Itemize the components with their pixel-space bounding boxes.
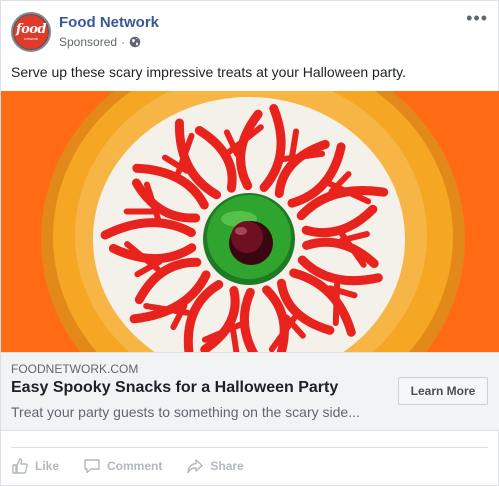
avatar[interactable]: food network [11, 12, 51, 52]
logo-word: food [15, 21, 47, 37]
logo-sub: network [23, 35, 38, 41]
action-bar: Like Comment Share [11, 457, 268, 475]
red-vein-branch [289, 128, 300, 159]
share-button[interactable]: Share [186, 457, 244, 475]
link-domain: FOODNETWORK.COM [11, 362, 139, 376]
sponsored-label[interactable]: Sponsored [59, 35, 117, 49]
like-button[interactable]: Like [11, 457, 59, 475]
page-name-link[interactable]: Food Network [59, 14, 159, 31]
like-label: Like [35, 459, 60, 473]
post-caption: Serve up these scary impressive treats a… [11, 64, 407, 80]
post-header: food network Food Network Sponsored · ••… [11, 9, 488, 56]
link-headline[interactable]: Easy Spooky Snacks for a Halloween Party [11, 379, 338, 397]
food-network-logo: food network [14, 15, 48, 49]
sponsored-post: food network Food Network Sponsored · ••… [0, 0, 499, 486]
red-vein-branch [332, 281, 341, 327]
link-description: Treat your party guests to something on … [11, 404, 360, 420]
post-meta: Sponsored · [59, 35, 141, 49]
comment-label: Comment [107, 459, 163, 473]
separator: · [121, 35, 126, 49]
link-preview[interactable]: FOODNETWORK.COM Easy Spooky Snacks for a… [1, 352, 499, 431]
red-vein-branch [230, 327, 240, 352]
like-icon [12, 458, 28, 474]
comment-icon [84, 459, 100, 474]
share-label: Share [210, 459, 244, 473]
learn-more-button[interactable]: Learn More [398, 377, 488, 405]
post-image[interactable] [1, 91, 499, 352]
action-divider [11, 447, 488, 448]
share-icon [187, 459, 204, 474]
eyeball-dip-photo [1, 91, 499, 352]
more-options-icon[interactable]: ••• [466, 9, 488, 27]
globe-icon[interactable] [129, 36, 141, 48]
comment-button[interactable]: Comment [83, 457, 162, 475]
